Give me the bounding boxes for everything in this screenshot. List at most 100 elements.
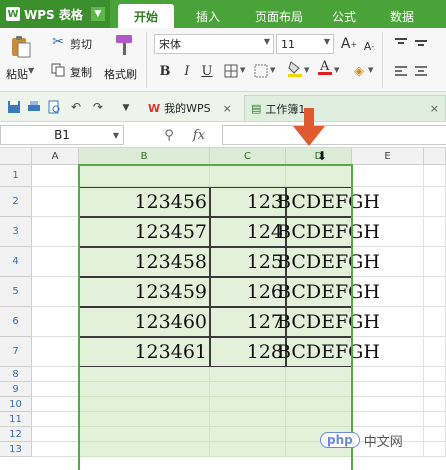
cell-f10[interactable] [424,397,446,412]
cell-a9[interactable] [32,382,79,397]
cell-c2[interactable]: 123 [210,187,286,217]
cell-a7[interactable] [32,337,79,367]
cell-b4[interactable]: 123458 [79,247,210,277]
grow-font-button[interactable]: A + [340,35,358,53]
cell-f11[interactable] [424,412,446,427]
cell-d5[interactable]: BCDEFGH [277,277,380,307]
row-header-2[interactable]: 2 [0,187,32,217]
cell-f3[interactable] [424,217,446,247]
save-icon[interactable] [6,99,22,115]
cell-a3[interactable] [32,217,79,247]
cell-e7[interactable] [352,337,424,367]
cell-e2[interactable] [352,187,424,217]
chevron-down-icon[interactable]: ▼ [334,66,339,74]
tab-data[interactable]: 数据 [380,4,424,28]
cell-b10[interactable] [79,397,210,412]
fx-button[interactable]: fx [184,125,214,145]
cell-a4[interactable] [32,247,79,277]
cell-a11[interactable] [32,412,79,427]
name-box[interactable]: B1 ▼ [0,125,124,145]
align-middle-icon[interactable] [412,34,430,52]
copy-button[interactable]: 复制 [70,64,92,80]
select-all-corner[interactable] [0,148,32,165]
borders-icon[interactable] [222,62,240,80]
cell-d9[interactable] [286,382,352,397]
clear-format-icon[interactable]: ◈ [350,62,368,80]
cell-d6[interactable]: BCDEFGH [277,307,380,337]
italic-button[interactable]: I [178,62,196,80]
tab-home[interactable]: 开始 [118,4,174,28]
cell-f8[interactable] [424,367,446,382]
cell-a2[interactable] [32,187,79,217]
shrink-font-button[interactable]: A- [360,37,378,55]
chevron-down-icon[interactable]: ▼ [28,66,34,75]
cell-c13[interactable] [210,442,286,457]
cell-b9[interactable] [79,382,210,397]
underline-button[interactable]: U [198,62,216,80]
cut-button[interactable]: 剪切 [70,36,92,52]
cell-a12[interactable] [32,427,79,442]
cell-e3[interactable] [352,217,424,247]
cell-a10[interactable] [32,397,79,412]
cell-b1[interactable] [79,165,210,187]
column-header-e[interactable]: E [352,148,424,165]
cell-c10[interactable] [210,397,286,412]
row-header-8[interactable]: 8 [0,367,32,382]
cell-b12[interactable] [79,427,210,442]
cell-e6[interactable] [352,307,424,337]
cell-e4[interactable] [352,247,424,277]
cell-a13[interactable] [32,442,79,457]
chevron-down-icon[interactable]: ▼ [324,37,330,46]
formula-input[interactable] [222,125,446,145]
cell-b8[interactable] [79,367,210,382]
cell-c7[interactable]: 128 [210,337,286,367]
align-center-icon[interactable] [412,62,430,80]
cell-c5[interactable]: 126 [210,277,286,307]
row-header-3[interactable]: 3 [0,217,32,247]
bold-button[interactable]: B [156,62,174,80]
cell-c8[interactable] [210,367,286,382]
cell-c9[interactable] [210,382,286,397]
cell-f7[interactable] [424,337,446,367]
row-header-5[interactable]: 5 [0,277,32,307]
cell-f6[interactable] [424,307,446,337]
print-preview-icon[interactable] [46,99,62,115]
tab-my-wps[interactable]: W 我的WPS × [142,95,242,121]
row-header-11[interactable]: 11 [0,412,32,427]
cell-b11[interactable] [79,412,210,427]
row-header-9[interactable]: 9 [0,382,32,397]
cell-c3[interactable]: 124 [210,217,286,247]
tab-formulas[interactable]: 公式 [322,4,366,28]
undo-icon[interactable]: ↶ [68,99,84,115]
cell-f5[interactable] [424,277,446,307]
cell-c1[interactable] [210,165,286,187]
merge-cells-icon[interactable] [252,62,270,80]
redo-icon[interactable]: ↷ [90,99,106,115]
format-painter-button[interactable]: 格式刷 [104,66,137,82]
align-left-icon[interactable] [392,62,410,80]
cell-e9[interactable] [352,382,424,397]
row-header-4[interactable]: 4 [0,247,32,277]
scissors-icon[interactable]: ✂ [50,34,66,50]
zoom-icon[interactable]: ⚲ [160,126,178,144]
cell-f4[interactable] [424,247,446,277]
cell-b3[interactable]: 123457 [79,217,210,247]
cell-c6[interactable]: 127 [210,307,286,337]
cell-c4[interactable]: 125 [210,247,286,277]
cell-d2[interactable]: BCDEFGH [277,187,380,217]
align-top-icon[interactable] [392,34,410,52]
cell-b5[interactable]: 123459 [79,277,210,307]
cell-d7[interactable]: BCDEFGH [277,337,380,367]
chevron-down-icon[interactable]: ▼ [270,66,275,74]
cell-b13[interactable] [79,442,210,457]
close-icon[interactable]: × [430,102,439,115]
paste-button[interactable]: 粘贴 [6,66,28,82]
chevron-down-icon[interactable]: ▼ [113,131,119,140]
row-header-13[interactable]: 13 [0,442,32,457]
cell-d11[interactable] [286,412,352,427]
tab-workbook[interactable]: ▤ 工作簿1 × [244,95,446,121]
column-header-a[interactable]: A [32,148,79,165]
font-color-icon[interactable]: A [316,58,334,76]
cell-d3[interactable]: BCDEFGH [277,217,380,247]
cell-e1[interactable] [352,165,424,187]
